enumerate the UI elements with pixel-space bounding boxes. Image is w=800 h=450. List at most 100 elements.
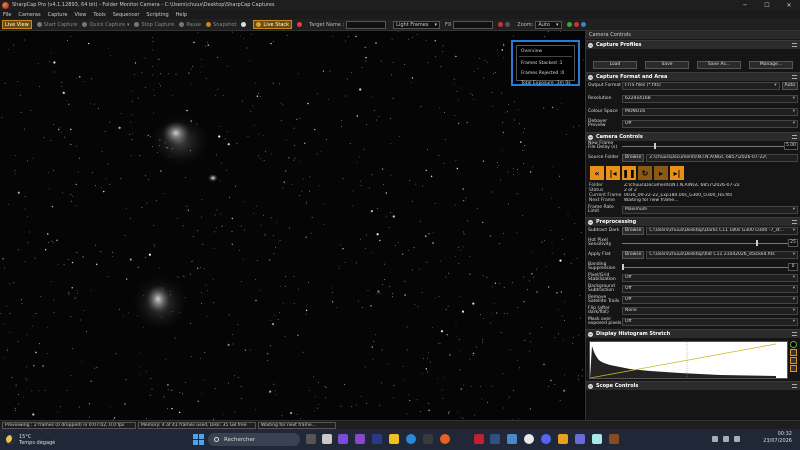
file-explorer-icon[interactable] — [322, 434, 332, 444]
reset-icon[interactable] — [790, 349, 797, 356]
collapse-icon[interactable]: − — [588, 42, 593, 48]
frame-type-select[interactable]: Light Frames ▾ — [393, 20, 440, 29]
capture-format-header[interactable]: − Capture Format and Area — [586, 72, 800, 81]
histogram-graph[interactable] — [589, 341, 788, 379]
start-capture-button[interactable]: Start Capture — [36, 22, 77, 28]
sharpcap-taskbar-icon[interactable] — [609, 434, 619, 444]
banding-value[interactable]: 0 — [788, 263, 798, 271]
hot-pixel-slider[interactable]: 25 — [622, 239, 798, 247]
menu-view[interactable]: View — [75, 12, 87, 18]
banding-slider[interactable]: 0 — [622, 263, 798, 271]
satellite-select[interactable]: Off ▾ — [622, 296, 798, 304]
capture-profiles-header[interactable]: − Capture Profiles — [586, 40, 800, 49]
collapse-icon[interactable]: − — [588, 219, 593, 225]
crosshair-icon[interactable] — [573, 22, 579, 27]
close-button[interactable]: ✕ — [778, 0, 800, 10]
camera-controls-header[interactable]: − Camera Controls — [586, 132, 800, 141]
app-icon-1[interactable] — [355, 434, 365, 444]
skip-start-icon[interactable]: |◂ — [606, 166, 620, 180]
hamburger-icon[interactable] — [792, 135, 797, 139]
preprocessing-header[interactable]: − Preprocessing — [586, 217, 800, 226]
app-icon-6[interactable] — [507, 434, 517, 444]
resolution-select[interactable]: 6224x4168 ▾ — [622, 95, 798, 103]
hamburger-icon[interactable] — [792, 43, 797, 47]
teams-icon[interactable] — [338, 434, 348, 444]
new-frame-delay-value[interactable]: 5.00 — [784, 142, 798, 150]
edge-icon[interactable] — [406, 434, 416, 444]
live-stack-button[interactable]: Live Stack — [253, 20, 293, 29]
weather-widget[interactable]: 15°C Temps dégagé — [6, 434, 55, 446]
manage-button[interactable]: Manage... — [749, 61, 793, 69]
save-as-button[interactable]: Save As... — [697, 61, 741, 69]
task-view-icon[interactable] — [306, 434, 316, 444]
hamburger-icon[interactable] — [792, 384, 797, 388]
new-frame-delay-slider[interactable]: 5.00 — [622, 142, 798, 150]
menu-help[interactable]: Help — [176, 12, 187, 18]
menu-file[interactable]: File — [3, 12, 11, 18]
debayer-select[interactable]: Off ▾ — [622, 120, 798, 128]
firefox-icon[interactable] — [440, 434, 450, 444]
histogram-icon[interactable] — [498, 22, 504, 27]
chrome-icon[interactable] — [524, 434, 534, 444]
collapse-icon[interactable]: − — [588, 331, 593, 337]
histogram-header[interactable]: − Display Histogram Stretch — [586, 329, 800, 338]
menu-capture[interactable]: Capture — [48, 12, 68, 18]
restart-icon[interactable]: ↻ — [638, 166, 652, 180]
snapshot-button[interactable]: Snapshot — [206, 22, 236, 28]
folder-icon[interactable] — [389, 434, 399, 444]
plus-icon[interactable] — [566, 22, 572, 27]
hot-pixel-value[interactable]: 25 — [788, 239, 798, 247]
rewind-icon[interactable]: « — [590, 166, 604, 180]
network-icon[interactable] — [723, 436, 729, 442]
browse-dark-button[interactable]: Browse — [622, 227, 645, 235]
skip-end-icon[interactable]: ▸| — [670, 166, 684, 180]
menu-cameras[interactable]: Cameras — [18, 12, 40, 18]
lock-icon[interactable] — [790, 357, 797, 364]
chevron-up-icon[interactable] — [712, 436, 718, 442]
collapse-icon[interactable]: − — [588, 74, 593, 80]
maximize-button[interactable]: ☐ — [756, 0, 778, 10]
output-format-select[interactable]: FITS files (*.fits) ▾ — [622, 82, 780, 90]
stop-capture-button[interactable]: Stop Capture — [134, 22, 174, 28]
image-viewport[interactable] — [0, 31, 584, 420]
pause-button[interactable]: Pause — [179, 22, 201, 28]
auto-stretch-icon[interactable] — [790, 341, 797, 348]
hamburger-icon[interactable] — [792, 332, 797, 336]
subtract-dark-select[interactable]: C:\Users\chuus\Desktop\Darks C11 180s G3… — [646, 227, 798, 235]
collapse-icon[interactable]: − — [588, 134, 593, 140]
mask-select[interactable]: Off ▾ — [622, 318, 798, 326]
menu-tools[interactable]: Tools — [93, 12, 105, 18]
colour-space-select[interactable]: MONO16 ▾ — [622, 108, 798, 116]
browse-flat-button[interactable]: Browse — [622, 251, 645, 259]
wand-icon[interactable] — [580, 22, 586, 27]
save-button[interactable]: Save — [645, 61, 689, 69]
pixel-grid-select[interactable]: Off ▾ — [622, 274, 798, 282]
menu-scripting[interactable]: Scripting — [146, 12, 168, 18]
app-icon-3[interactable] — [458, 434, 468, 444]
taskbar-search[interactable]: Rechercher — [208, 433, 300, 446]
scope-controls-header[interactable]: − Scope Controls — [586, 381, 800, 390]
apply-flat-select[interactable]: C:\Users\chuus\Desktop\flat C11 21042026… — [646, 251, 798, 259]
menu-sequencer[interactable]: Sequencer — [113, 12, 140, 18]
browse-source-button[interactable]: Browse — [622, 154, 645, 162]
expand-icon[interactable]: − — [588, 383, 593, 389]
discord-icon[interactable] — [541, 434, 551, 444]
zoom-select[interactable]: Auto ▾ — [535, 20, 562, 29]
quick-capture-button[interactable]: Quick Capture ▾ — [82, 22, 129, 28]
app-icon-5[interactable] — [490, 434, 500, 444]
app-icon-4[interactable] — [474, 434, 484, 444]
pause-icon[interactable]: ❚❚ — [622, 166, 636, 180]
app-icon-8[interactable] — [575, 434, 585, 444]
taskbar-clock[interactable]: 00:32 23/07/2026 — [763, 431, 792, 445]
fx-select[interactable] — [453, 20, 494, 29]
settings-button[interactable] — [241, 22, 248, 27]
hamburger-icon[interactable] — [792, 220, 797, 224]
windows-start-icon[interactable] — [193, 434, 204, 445]
frame-rate-select[interactable]: Maximum ▾ — [622, 206, 798, 214]
live-view-button[interactable]: Live View — [2, 20, 32, 29]
app-icon-2[interactable] — [423, 434, 433, 444]
auto-button[interactable]: Auto — [781, 82, 798, 90]
reticle-icon[interactable] — [505, 22, 511, 27]
volume-icon[interactable] — [734, 436, 740, 442]
app-icon-9[interactable] — [592, 434, 602, 444]
